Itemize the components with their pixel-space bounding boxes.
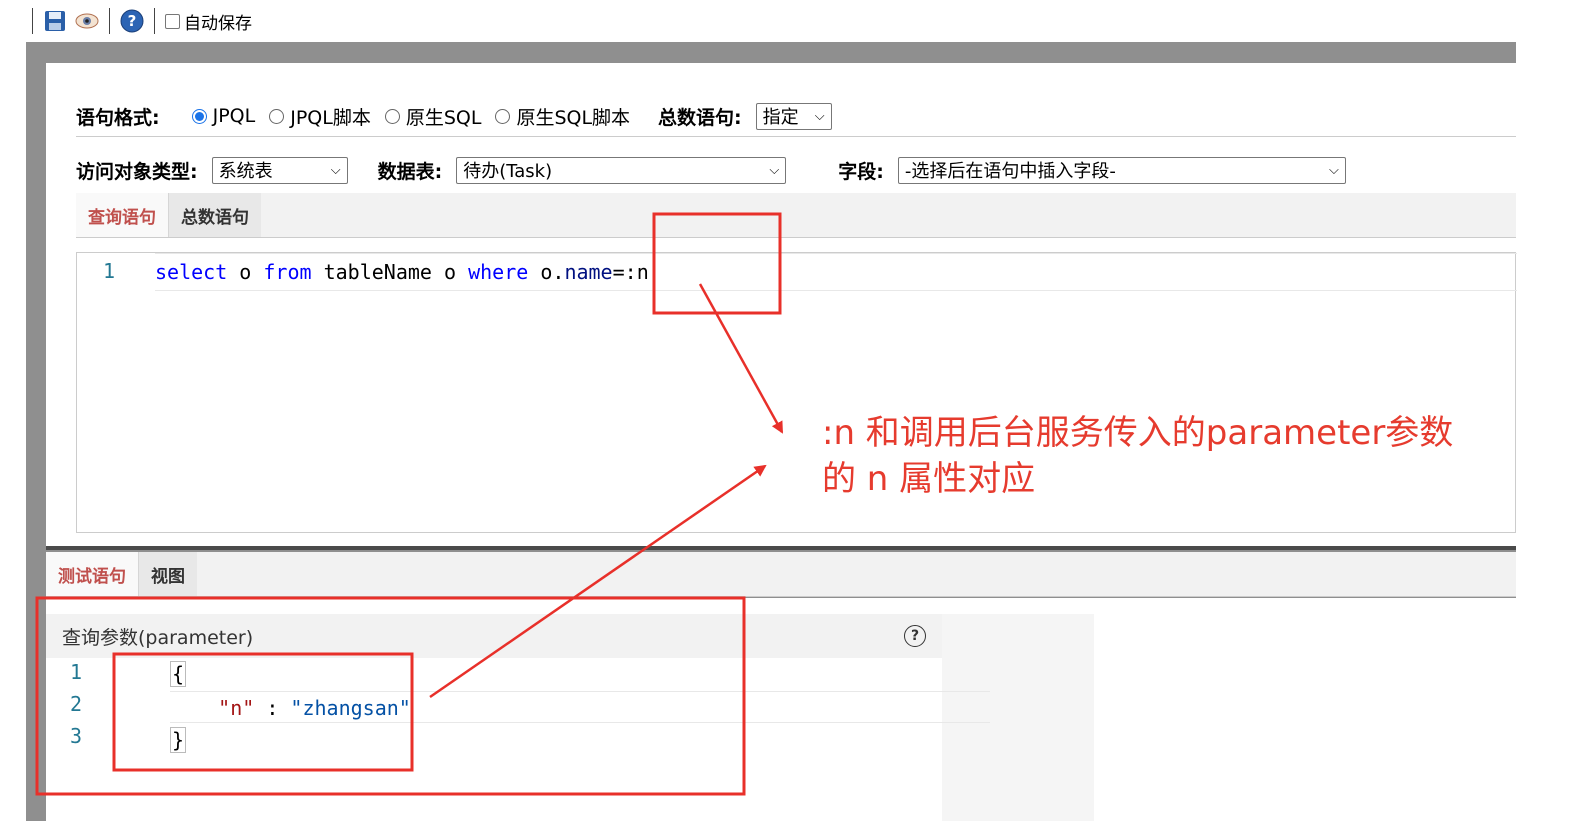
radio-dot[interactable]: [495, 108, 511, 124]
code-line[interactable]: {: [170, 658, 990, 690]
left-margin: [0, 0, 26, 821]
autosave-label: 自动保存: [184, 13, 252, 34]
radio-dot[interactable]: [269, 108, 285, 124]
select-value: 指定: [762, 107, 799, 128]
toolbar-separator: [154, 8, 155, 34]
json-key: "n": [218, 696, 255, 720]
radio-jpql[interactable]: JPQL: [191, 105, 256, 127]
svg-text:?: ?: [128, 12, 137, 30]
annotation-callout: :n 和调用后台服务传入的parameter参数 的 n 属性对应: [822, 410, 1502, 502]
line-gutter: 1 2 3: [46, 658, 122, 821]
keyword-select: select: [155, 260, 228, 284]
radio-label: 原生SQL脚本: [516, 106, 631, 129]
source-row: 访问对象类型: 系统表 ⌵ 数据表: 待办(Task) ⌵ 字段: -选择后在语句中…: [76, 154, 1346, 186]
radio-label: JPQL脚本: [290, 106, 371, 129]
toolbar-separator: [32, 8, 33, 34]
table-select[interactable]: 待办(Task) ⌵: [456, 156, 787, 184]
code-line[interactable]: }: [170, 724, 990, 756]
radio-dot[interactable]: [191, 108, 207, 124]
line-number: 1: [103, 259, 116, 283]
autosave-checkbox[interactable]: [165, 13, 180, 29]
keyword-where: where: [468, 260, 529, 284]
chevron-down-icon: ⌵: [330, 162, 341, 178]
close-brace: }: [170, 727, 187, 753]
open-brace: {: [170, 661, 187, 687]
select-value: 待办(Task): [463, 161, 553, 182]
tab-count-statement[interactable]: 总数语句: [169, 193, 261, 237]
code-line[interactable]: "n" : "zhangsan": [170, 691, 990, 723]
radio-dot[interactable]: [384, 108, 400, 124]
save-icon: [45, 11, 65, 31]
pane-splitter[interactable]: [46, 546, 1516, 550]
param-header: 查询参数(parameter) ?: [46, 614, 942, 658]
field-select[interactable]: -选择后在语句中插入字段- ⌵: [897, 156, 1346, 184]
chevron-down-icon: ⌵: [814, 108, 825, 124]
select-value: -选择后在语句中插入字段-: [904, 161, 1116, 182]
toolbar: ? 自动保存: [26, 0, 1516, 42]
syntax-row: 语句格式: JPQL JPQL脚本 原生SQL 原生SQL脚本 总数语句: 指定…: [76, 100, 832, 132]
table-label: 数据表:: [377, 160, 443, 183]
tab-query-statement[interactable]: 查询语句: [76, 193, 169, 237]
code-property: name: [564, 260, 613, 284]
autosave-toggle[interactable]: 自动保存: [165, 9, 252, 34]
tab-view[interactable]: 视图: [139, 552, 197, 596]
help-button[interactable]: ?: [120, 9, 144, 33]
field-label: 字段:: [838, 160, 884, 183]
param-editor[interactable]: 1 2 3 { "n" : "zhangsan" }: [46, 658, 990, 821]
save-button[interactable]: [43, 9, 67, 33]
code-token: =:n: [612, 260, 649, 284]
param-title: 查询参数(parameter): [62, 626, 254, 649]
syntax-format-label: 语句格式:: [76, 106, 160, 129]
radio-label: 原生SQL: [405, 106, 482, 129]
object-type-label: 访问对象类型:: [76, 160, 198, 183]
line-number: 1: [70, 660, 83, 684]
json-value: "zhangsan": [290, 696, 411, 720]
toolbar-separator: [109, 8, 110, 34]
bottom-tabs: 测试语句 视图: [46, 552, 1516, 597]
count-statement-label: 总数语句:: [658, 106, 742, 129]
code-line[interactable]: select o from tableName o where o.name=:…: [155, 253, 1517, 291]
preview-button[interactable]: [75, 9, 99, 33]
code-token: o.: [528, 260, 565, 284]
chevron-down-icon: ⌵: [1328, 162, 1339, 178]
select-value: 系统表: [218, 161, 273, 182]
line-gutter: 1: [77, 253, 155, 532]
line-number: 2: [70, 692, 83, 716]
annotation-line: 的 n 属性对应: [822, 459, 1036, 499]
help-icon[interactable]: ?: [904, 625, 926, 647]
annotation-line: :n 和调用后台服务传入的parameter参数: [822, 413, 1454, 453]
code-token: tableName o: [311, 260, 469, 284]
chevron-down-icon: ⌵: [769, 162, 780, 178]
tab-test-statement[interactable]: 测试语句: [46, 552, 139, 596]
query-tabs: 查询语句 总数语句: [76, 193, 1516, 238]
radio-native-sql[interactable]: 原生SQL: [384, 103, 482, 130]
help-icon: ?: [120, 9, 144, 33]
screen: ? 自动保存 语句格式: JPQL JPQL脚本 原生SQL 原生SQL脚本 总…: [0, 0, 1581, 821]
count-statement-select[interactable]: 指定 ⌵: [755, 102, 832, 130]
json-colon: :: [254, 696, 291, 720]
radio-label: JPQL: [212, 105, 256, 127]
keyword-from: from: [263, 260, 312, 284]
divider: [76, 136, 1516, 137]
radio-jpql-script[interactable]: JPQL脚本: [269, 103, 371, 130]
eye-icon: [75, 13, 99, 29]
code-token: o: [227, 260, 264, 284]
line-number: 3: [70, 724, 83, 748]
radio-native-sql-script[interactable]: 原生SQL脚本: [495, 103, 630, 130]
object-type-select[interactable]: 系统表 ⌵: [211, 156, 348, 184]
